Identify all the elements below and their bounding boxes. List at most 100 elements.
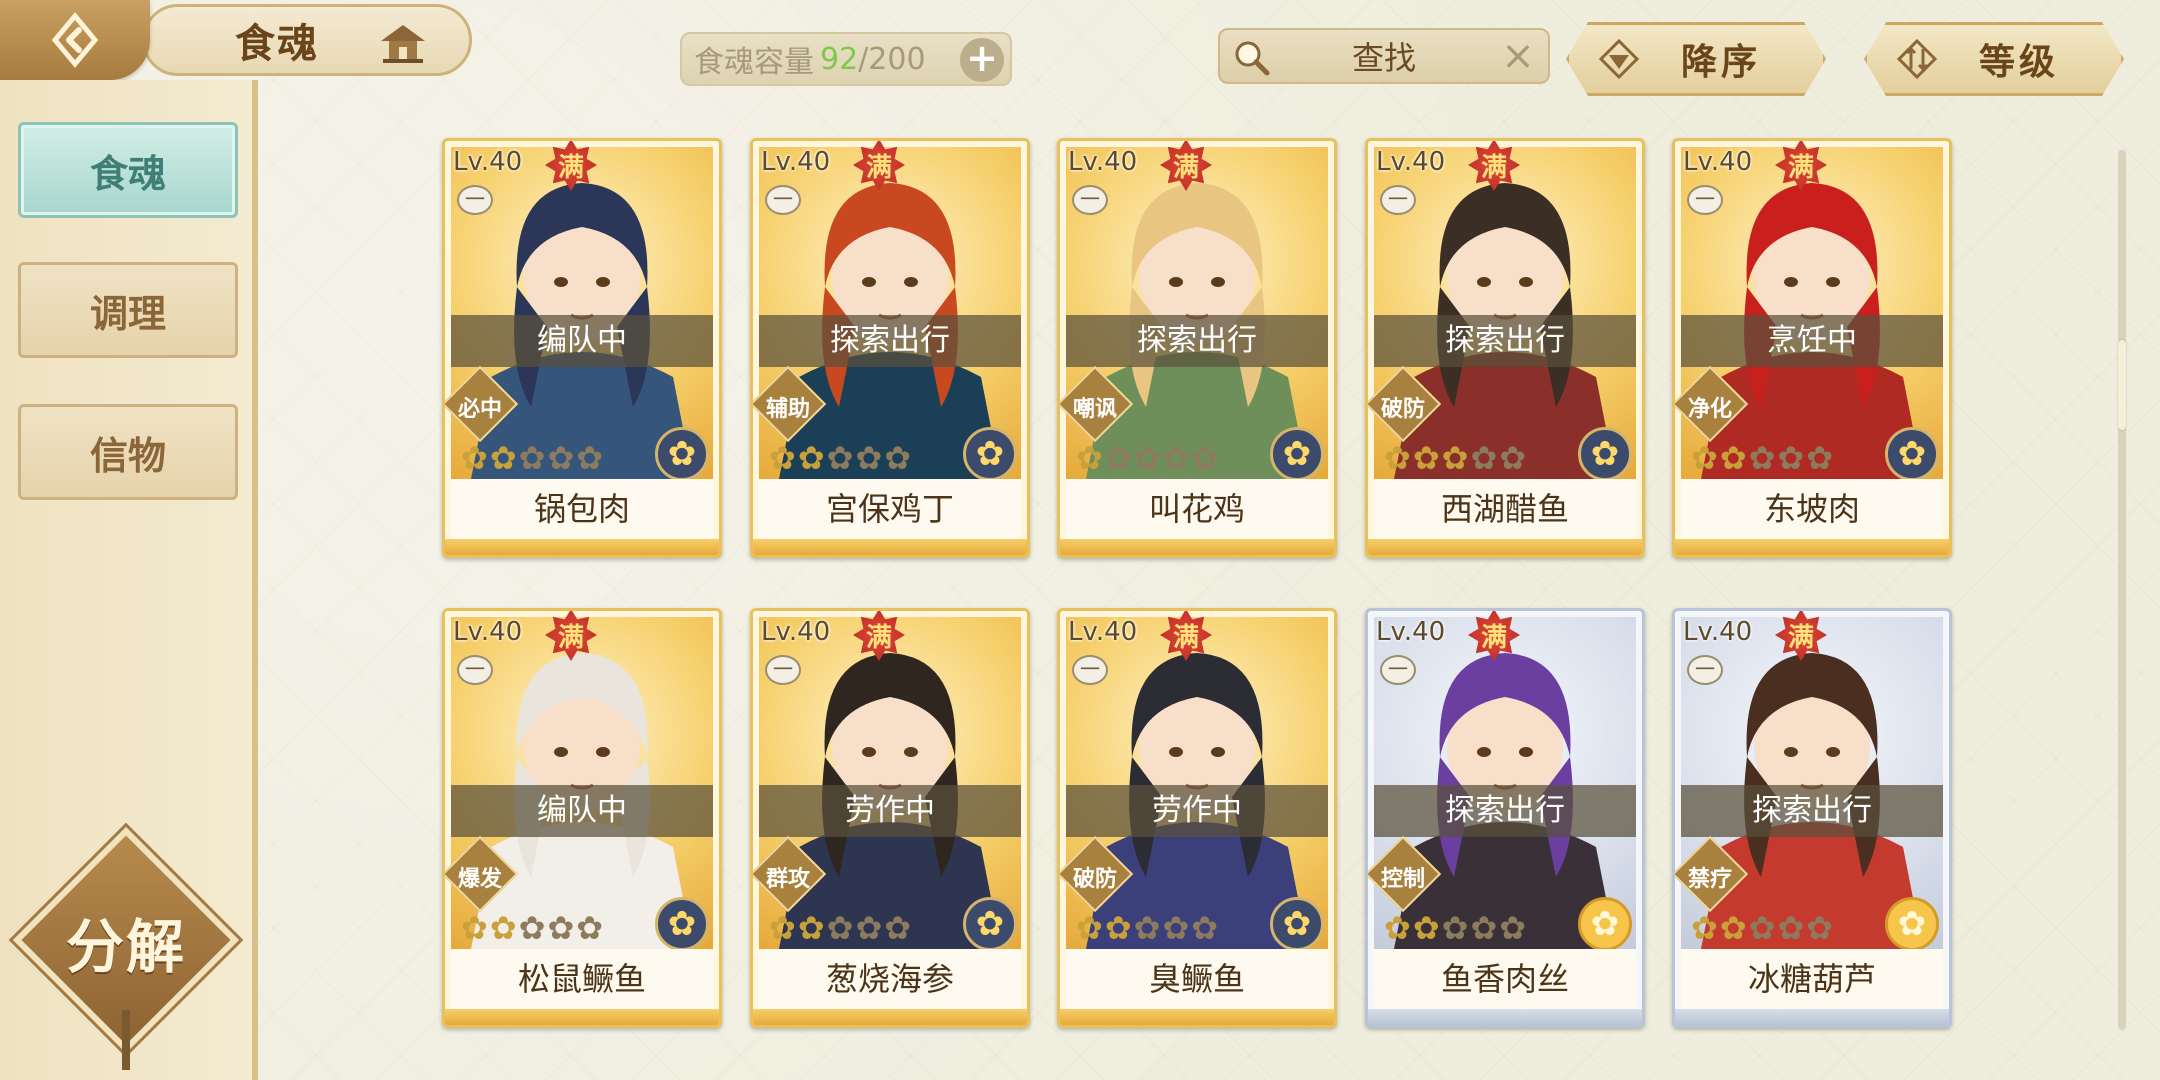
star-icon: ✿ — [1470, 439, 1498, 477]
sort-order-button[interactable]: 降序 — [1566, 22, 1826, 96]
title-tab: 食魂 — [142, 4, 472, 76]
food-soul-card[interactable]: Lv.40 满 一 编队中 必中 ✿ ✿ ✿ ✿ ✿ ✿ 锅包肉 — [442, 138, 722, 558]
sidebar-item-tokens[interactable]: 信物 — [18, 404, 238, 500]
star-icon: ✿ — [1384, 909, 1411, 947]
star-icon: ✿ — [1777, 439, 1805, 477]
rank-badge: 一 — [1072, 655, 1108, 685]
star-icon: ✿ — [1076, 909, 1103, 947]
star-rating: ✿ ✿ ✿ ✿ ✿ — [1384, 441, 1526, 475]
food-soul-card[interactable]: Lv.40 满 一 劳作中 群攻 ✿ ✿ ✿ ✿ ✿ ✿ 葱烧海参 — [750, 608, 1030, 1028]
star-icon: ✿ — [489, 439, 517, 477]
food-soul-card[interactable]: Lv.40 满 一 烹饪中 净化 ✿ ✿ ✿ ✿ ✿ ✿ 东坡肉 — [1672, 138, 1952, 558]
star-icon: ✿ — [1104, 909, 1132, 947]
star-icon: ✿ — [1133, 909, 1161, 947]
flower-emblem-icon: ✿ — [1578, 897, 1632, 951]
status-label: 劳作中 — [1066, 785, 1328, 837]
rank-badge: 一 — [1072, 185, 1108, 215]
back-arrow-icon — [51, 12, 99, 68]
card-bottom-trim — [753, 539, 1027, 555]
capacity-label: 食魂容量 — [694, 45, 814, 80]
flower-emblem-icon: ✿ — [963, 427, 1017, 481]
card-bottom-trim — [1368, 539, 1642, 555]
star-icon: ✿ — [576, 439, 604, 477]
character-name: 西湖醋鱼 — [1374, 479, 1636, 539]
food-soul-card[interactable]: Lv.40 满 一 探索出行 破防 ✿ ✿ ✿ ✿ ✿ ✿ 西湖醋鱼 — [1365, 138, 1645, 558]
star-icon: ✿ — [1499, 909, 1527, 947]
level-label: Lv.40 — [453, 617, 523, 647]
star-icon: ✿ — [1384, 439, 1411, 477]
star-icon: ✿ — [826, 439, 854, 477]
star-icon: ✿ — [1162, 909, 1190, 947]
role-label: 爆发 — [457, 867, 502, 892]
food-soul-card[interactable]: Lv.40 满 一 探索出行 禁疗 ✿ ✿ ✿ ✿ ✿ ✿ 冰糖葫芦 — [1672, 608, 1952, 1028]
star-rating: ✿ ✿ ✿ ✿ ✿ — [1076, 911, 1218, 945]
clear-icon[interactable]: × — [1500, 36, 1536, 76]
home-icon[interactable] — [377, 19, 429, 65]
scrollbar[interactable] — [2118, 150, 2126, 1030]
flower-emblem-icon: ✿ — [1578, 427, 1632, 481]
status-label: 烹饪中 — [1681, 315, 1943, 367]
status-label: 探索出行 — [1066, 315, 1328, 367]
star-icon: ✿ — [1191, 909, 1219, 947]
card-bottom-trim — [445, 1009, 719, 1025]
food-soul-card[interactable]: Lv.40 满 一 劳作中 破防 ✿ ✿ ✿ ✿ ✿ ✿ 臭鳜鱼 — [1057, 608, 1337, 1028]
star-rating: ✿ ✿ ✿ ✿ ✿ — [1384, 911, 1526, 945]
level-label: Lv.40 — [1068, 617, 1138, 647]
level-label: Lv.40 — [761, 617, 831, 647]
flower-emblem-icon: ✿ — [655, 897, 709, 951]
level-label: Lv.40 — [761, 147, 831, 177]
level-label: Lv.40 — [1376, 617, 1446, 647]
food-soul-card[interactable]: Lv.40 满 一 编队中 爆发 ✿ ✿ ✿ ✿ ✿ ✿ 松鼠鳜鱼 — [442, 608, 722, 1028]
star-icon: ✿ — [1719, 439, 1747, 477]
star-rating: ✿ ✿ ✿ ✿ ✿ — [461, 441, 603, 475]
star-rating: ✿ ✿ ✿ ✿ ✿ — [1691, 441, 1833, 475]
capacity-indicator: 食魂容量 92 /200 + — [680, 32, 1012, 86]
decompose-tassel — [122, 1010, 130, 1070]
flower-emblem-icon: ✿ — [1270, 427, 1324, 481]
star-icon: ✿ — [1691, 439, 1718, 477]
rank-badge: 一 — [765, 185, 801, 215]
sidebar-item-food-soul[interactable]: 食魂 — [18, 122, 238, 218]
sort-field-button[interactable]: 等级 — [1864, 22, 2124, 96]
search-box[interactable]: 查找 × — [1218, 28, 1550, 84]
star-icon: ✿ — [461, 439, 488, 477]
decompose-label[interactable]: 分解 — [36, 900, 216, 984]
sidebar-item-conditioning[interactable]: 调理 — [18, 262, 238, 358]
status-label: 探索出行 — [1374, 785, 1636, 837]
rank-badge: 一 — [1380, 655, 1416, 685]
card-bottom-trim — [1060, 1009, 1334, 1025]
star-icon: ✿ — [461, 909, 488, 947]
back-button[interactable] — [0, 0, 150, 80]
star-rating: ✿ ✿ ✿ ✿ ✿ — [769, 441, 911, 475]
rank-badge: 一 — [457, 185, 493, 215]
food-soul-card[interactable]: Lv.40 满 一 探索出行 控制 ✿ ✿ ✿ ✿ ✿ ✿ 鱼香肉丝 — [1365, 608, 1645, 1028]
card-bottom-trim — [1368, 1009, 1642, 1025]
star-icon: ✿ — [1162, 439, 1190, 477]
star-icon: ✿ — [1806, 909, 1834, 947]
status-label: 编队中 — [451, 315, 713, 367]
star-icon: ✿ — [1499, 439, 1527, 477]
star-icon: ✿ — [826, 909, 854, 947]
character-name: 松鼠鳜鱼 — [451, 949, 713, 1009]
star-icon: ✿ — [1104, 439, 1132, 477]
rank-badge: 一 — [1380, 185, 1416, 215]
star-icon: ✿ — [884, 439, 912, 477]
capacity-add-button[interactable]: + — [960, 38, 1004, 82]
star-icon: ✿ — [1748, 909, 1776, 947]
character-name: 锅包肉 — [451, 479, 713, 539]
star-icon: ✿ — [884, 909, 912, 947]
food-soul-card[interactable]: Lv.40 满 一 探索出行 嘲讽 ✿ ✿ ✿ ✿ ✿ ✿ 叫花鸡 — [1057, 138, 1337, 558]
character-name: 鱼香肉丝 — [1374, 949, 1636, 1009]
card-bottom-trim — [1675, 1009, 1949, 1025]
star-icon: ✿ — [1412, 439, 1440, 477]
star-icon: ✿ — [769, 909, 796, 947]
card-bottom-trim — [753, 1009, 1027, 1025]
star-icon: ✿ — [1412, 909, 1440, 947]
character-name: 宫保鸡丁 — [759, 479, 1021, 539]
scroll-thumb[interactable] — [2118, 340, 2126, 430]
star-icon: ✿ — [797, 909, 825, 947]
food-soul-card[interactable]: Lv.40 满 一 探索出行 辅助 ✿ ✿ ✿ ✿ ✿ ✿ 宫保鸡丁 — [750, 138, 1030, 558]
character-name: 东坡肉 — [1681, 479, 1943, 539]
star-icon: ✿ — [1191, 439, 1219, 477]
star-icon: ✿ — [797, 439, 825, 477]
